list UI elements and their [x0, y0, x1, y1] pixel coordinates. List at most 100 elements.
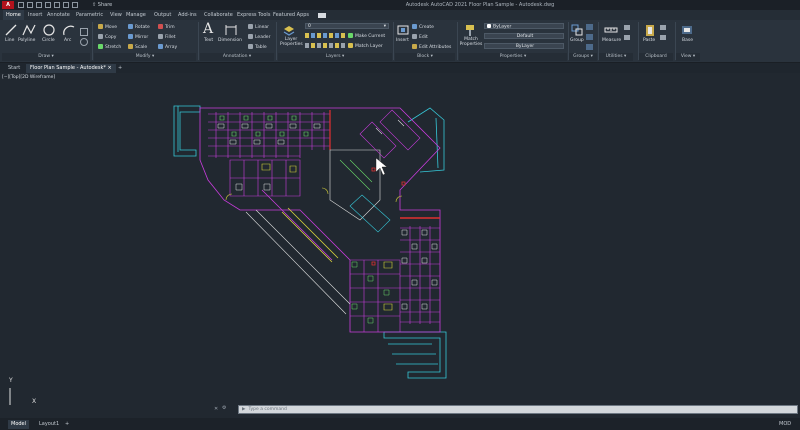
mirror-label: Mirror: [135, 35, 149, 40]
edit-attributes-button[interactable]: Edit Attributes: [412, 44, 451, 50]
tab-add-ins[interactable]: Add-ins: [178, 10, 197, 20]
leader-button[interactable]: Leader: [248, 34, 270, 40]
redo-icon[interactable]: [72, 2, 78, 8]
annotation-panel-title[interactable]: Annotation ▾: [200, 53, 274, 61]
quick-select-icon[interactable]: [624, 35, 630, 40]
group-edit-icon[interactable]: [586, 34, 593, 40]
cyan-wall-south: [383, 331, 447, 379]
drawing-area[interactable]: [0, 73, 800, 405]
tab-output[interactable]: Output: [154, 10, 171, 20]
drawing-tab[interactable]: Floor Plan Sample - Autodesk* ×: [26, 64, 116, 73]
layer-properties-icon[interactable]: [282, 23, 296, 37]
insert-block-icon[interactable]: [396, 23, 410, 37]
mirror-button[interactable]: Mirror: [128, 34, 148, 40]
match-properties-icon[interactable]: [463, 23, 477, 37]
view-panel-title[interactable]: View ▾: [676, 53, 700, 61]
command-close-icon[interactable]: ✕: [214, 406, 218, 412]
make-current-button[interactable]: Make Current: [348, 33, 385, 39]
layer-tools-icons[interactable]: [305, 33, 345, 38]
tab-annotate[interactable]: Annotate: [47, 10, 70, 20]
match-layer-button[interactable]: Match Layer: [348, 43, 383, 49]
new-file-icon[interactable]: [18, 2, 24, 8]
save-icon[interactable]: [36, 2, 42, 8]
base-view-icon[interactable]: [680, 23, 694, 37]
circle-icon[interactable]: [42, 23, 56, 37]
base-label: Base: [682, 38, 693, 43]
groups-panel-title[interactable]: Groups ▾: [569, 53, 597, 61]
group-icon[interactable]: [570, 23, 584, 37]
paste-icon[interactable]: [643, 23, 657, 37]
clipboard-panel-title[interactable]: Clipboard: [639, 53, 673, 61]
share-button[interactable]: ⇧ Share: [92, 0, 112, 10]
layers-panel-title[interactable]: Layers ▾: [278, 53, 392, 61]
model-space-indicator[interactable]: MOD: [776, 420, 794, 429]
share-label: Share: [97, 2, 113, 8]
text-icon[interactable]: A: [203, 22, 213, 36]
tab-manage[interactable]: Manage: [126, 10, 146, 20]
rectangle-icon[interactable]: [80, 28, 88, 36]
undo-icon[interactable]: [63, 2, 69, 8]
trim-button[interactable]: Trim: [158, 24, 175, 30]
ucs-icon: [9, 388, 11, 405]
plot-icon[interactable]: [54, 2, 60, 8]
block-panel-title[interactable]: Block ▾: [395, 53, 455, 61]
command-line[interactable]: ▶ Type a command: [238, 405, 798, 414]
floor-plan-drawing[interactable]: [0, 73, 800, 405]
fillet-label: Fillet: [165, 35, 176, 40]
cut-icon[interactable]: [660, 35, 666, 40]
tab-parametric[interactable]: Parametric: [76, 10, 103, 20]
close-icon[interactable]: ×: [107, 65, 111, 71]
arc-icon[interactable]: [62, 23, 76, 37]
command-customize-icon[interactable]: ⚙: [222, 405, 226, 411]
save-as-icon[interactable]: [45, 2, 51, 8]
scale-button[interactable]: Scale: [128, 44, 147, 50]
modify-panel-title[interactable]: Modify ▾: [94, 53, 196, 61]
layout1-tab[interactable]: Layout1: [36, 420, 62, 429]
copy-clip-icon[interactable]: [660, 25, 666, 30]
tab-featured-apps[interactable]: Featured Apps: [273, 10, 309, 20]
properties-panel-title[interactable]: Properties ▾: [459, 53, 567, 61]
model-tab[interactable]: Model: [8, 420, 30, 429]
rotate-button[interactable]: Rotate: [128, 24, 150, 30]
add-tab-button[interactable]: +: [114, 64, 126, 73]
table-button[interactable]: Table: [248, 44, 267, 50]
edit-block-button[interactable]: Edit: [412, 34, 428, 40]
linear-button[interactable]: Linear: [248, 24, 269, 30]
tab-home[interactable]: Home: [3, 10, 24, 20]
array-button[interactable]: Array: [158, 44, 177, 50]
lineweight-dropdown[interactable]: Default: [484, 33, 564, 39]
tab-view[interactable]: View: [110, 10, 122, 20]
calculator-icon[interactable]: [624, 25, 630, 30]
open-file-icon[interactable]: [27, 2, 33, 8]
move-label: Move: [105, 25, 118, 30]
layer-dropdown[interactable]: 0 ▾: [305, 23, 389, 29]
utilities-panel-title[interactable]: Utilities ▾: [599, 53, 633, 61]
hatch-icon[interactable]: [80, 38, 88, 46]
polyline-icon[interactable]: [22, 23, 36, 37]
fillet-button[interactable]: Fillet: [158, 34, 176, 40]
measure-icon[interactable]: [604, 23, 618, 37]
group-select-icon[interactable]: [586, 44, 593, 50]
color-dropdown[interactable]: ByLayer: [484, 23, 564, 30]
linetype-dropdown[interactable]: ByLayer: [484, 43, 564, 49]
ribbon-toggle-icon[interactable]: [318, 13, 326, 18]
move-button[interactable]: Move: [98, 24, 117, 30]
copy-button[interactable]: Copy: [98, 34, 116, 40]
polyline-label: Polyline: [18, 38, 36, 43]
start-tab[interactable]: Start: [4, 64, 24, 73]
autocad-logo-icon[interactable]: A CAD: [2, 1, 14, 16]
dimension-icon[interactable]: [224, 23, 238, 37]
create-block-button[interactable]: Create: [412, 24, 434, 30]
tab-express-tools[interactable]: Express Tools: [237, 10, 270, 20]
viewport-controls[interactable]: [−][Top][2D Wireframe]: [2, 75, 55, 80]
line-icon[interactable]: [4, 23, 18, 37]
command-input[interactable]: Type a command: [248, 407, 286, 412]
draw-panel-title[interactable]: Draw ▾: [2, 53, 90, 61]
add-layout-button[interactable]: +: [62, 420, 72, 429]
stretch-button[interactable]: Stretch: [98, 44, 121, 50]
layer-state-icons[interactable]: [305, 43, 345, 48]
tab-collaborate[interactable]: Collaborate: [204, 10, 233, 20]
tab-insert[interactable]: Insert: [28, 10, 42, 20]
ungroup-icon[interactable]: [586, 24, 593, 30]
leader-label: Leader: [255, 35, 271, 40]
